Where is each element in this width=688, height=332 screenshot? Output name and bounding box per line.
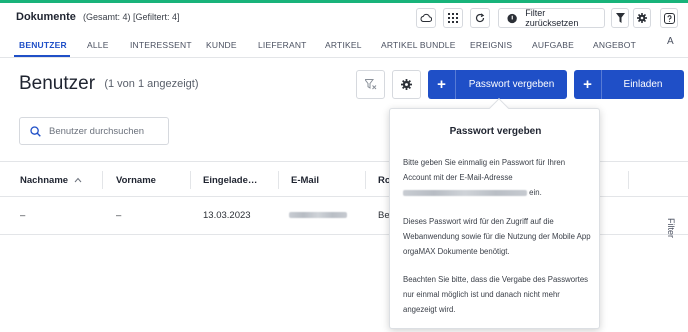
entity-tabs: BENUTZER ALLE INTERESSENT KUNDE LIEFERAN… (0, 32, 688, 58)
tab-aufgabe[interactable]: AUFGABE (532, 40, 574, 50)
column-separator (102, 171, 103, 189)
column-header-vorname[interactable]: Vorname (116, 175, 156, 186)
apps-grid-button[interactable] (443, 8, 463, 28)
column-separator (365, 171, 366, 189)
cell-eingeladen: 13.03.2023 (203, 210, 251, 221)
cell-vorname: – (116, 210, 122, 221)
filter-reset-button[interactable]: Filter zurücksetzen (498, 8, 605, 28)
tab-alle[interactable]: ALLE (87, 40, 109, 50)
popover-p1-suffix: ein. (529, 188, 542, 197)
popover-p1-line1: Bitte geben Sie einmalig ein Passwort fü… (403, 158, 566, 167)
page-title: Benutzer (1 von 1 angezeigt) (19, 73, 199, 95)
tab-kunde[interactable]: KUNDE (206, 40, 237, 50)
active-tab-indicator (14, 55, 70, 57)
grid-icon (448, 13, 458, 23)
popover-title: Passwort vergeben (449, 126, 542, 137)
set-password-button[interactable]: + Passwort vergeben (428, 70, 567, 99)
invite-label: Einladen (623, 79, 663, 90)
filter-icon (615, 13, 625, 23)
refresh-icon (475, 13, 485, 23)
password-popover: Passwort vergeben Bitte geben Sie einmal… (389, 108, 600, 329)
popover-paragraph-2: Dieses Passwort wird für den Zugriff auf… (403, 217, 591, 256)
invite-button[interactable]: + Einladen (574, 70, 684, 99)
cloud-button[interactable] (416, 8, 436, 28)
gear-icon (401, 79, 412, 90)
plus-icon: + (574, 70, 602, 99)
app-title-text: Dokumente (16, 11, 76, 23)
tab-ereignis[interactable]: EREIGNIS (470, 40, 512, 50)
sort-ascending-icon (74, 177, 82, 183)
gear-icon (637, 13, 647, 23)
cloud-icon (420, 13, 432, 22)
column-header-eingeladen[interactable]: Eingelade… (203, 175, 257, 186)
app-title: Dokumente (Gesamt: 4) [Gefiltert: 4] (16, 11, 180, 23)
column-settings-button[interactable] (392, 70, 421, 99)
column-separator (190, 171, 191, 189)
help-icon (663, 12, 675, 24)
column-header-nachname[interactable]: Nachname (20, 175, 82, 186)
popover-p1-line2: Account mit der E-Mail-Adresse (403, 173, 513, 182)
tab-artikel-bundle[interactable]: ARTIKEL BUNDLE (381, 40, 456, 50)
search-input[interactable] (49, 125, 159, 137)
search-icon (30, 125, 41, 137)
tabs-overflow[interactable]: A (667, 36, 674, 47)
popover-paragraph-1: Bitte geben Sie einmalig ein Passwort fü… (403, 155, 593, 200)
plus-icon: + (428, 70, 456, 99)
tab-benutzer[interactable]: BENUTZER (19, 40, 67, 50)
cell-rolle: Be (378, 210, 390, 221)
redacted-email (403, 189, 527, 196)
record-counts: (Gesamt: 4) [Gefiltert: 4] (82, 12, 180, 22)
clear-filter-button[interactable] (356, 70, 385, 99)
filter-button[interactable] (611, 8, 629, 28)
circle-icon (507, 13, 517, 23)
column-separator (278, 171, 279, 189)
column-header-label: Nachname (20, 175, 69, 186)
filter-clear-icon (364, 79, 376, 90)
column-header-email[interactable]: E-Mail (291, 175, 319, 186)
cell-nachname: – (20, 210, 26, 221)
refresh-button[interactable] (470, 8, 490, 28)
settings-button[interactable] (633, 8, 651, 28)
tab-artikel[interactable]: ARTIKEL (325, 40, 362, 50)
tab-lieferant[interactable]: LIEFERANT (258, 40, 307, 50)
filter-reset-label: Filter zurücksetzen (525, 8, 579, 28)
page-title-text: Benutzer (19, 73, 96, 94)
tab-angebot[interactable]: ANGEBOT (593, 40, 636, 50)
tab-interessent[interactable]: INTERESSENT (130, 40, 192, 50)
page-subtitle: (1 von 1 angezeigt) (104, 78, 199, 90)
top-accent-line (0, 0, 688, 3)
help-button[interactable] (660, 8, 678, 28)
set-password-label: Passwort vergeben (468, 79, 555, 90)
column-separator (628, 171, 629, 189)
popover-paragraph-3: Beachten Sie bitte, dass die Vergabe des… (403, 275, 589, 314)
cell-email-redacted (289, 210, 347, 221)
user-search[interactable] (19, 117, 169, 145)
filter-side-tab[interactable]: Filter (666, 218, 676, 238)
